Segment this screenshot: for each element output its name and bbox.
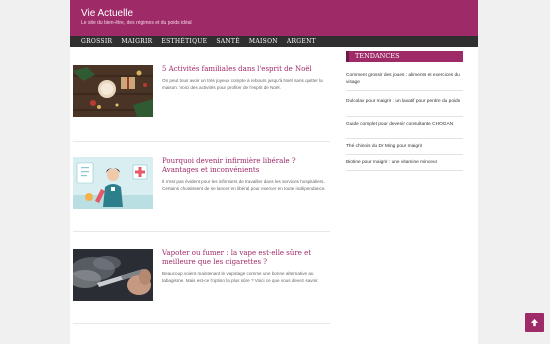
post-divider [73,141,330,142]
post-thumbnail-christmas[interactable] [73,65,153,117]
post-title[interactable]: Pourquoi devenir infirmière libérale ? A… [162,157,330,175]
post-title[interactable]: 5 Activités familiales dans l'esprit de … [162,65,330,74]
sidebar-divider [346,170,463,171]
nav-item-grossir[interactable]: GROSSIR [81,38,112,45]
sidebar-divider [346,90,463,91]
nav-item-sante[interactable]: SANTÉ [216,38,240,45]
sidebar-divider [346,138,463,139]
sidebar-item-chogan[interactable]: Guide complet pour devenir consultante C… [346,121,463,128]
site-title[interactable]: Vie Actuelle [81,8,133,19]
site-header: Vie Actuelle Le site du bien-être, des r… [70,0,478,36]
nav-item-maison[interactable]: MAISON [249,38,278,45]
back-to-top-button[interactable] [525,313,544,332]
arrow-up-icon [530,314,539,332]
tendances-heading: TENDANCES [346,51,463,62]
nav-item-argent[interactable]: ARGENT [287,38,316,45]
nav-item-maigrir[interactable]: MAIGRIR [121,38,152,45]
sidebar-item-biotine[interactable]: Biotine pour maigrir : une vitamine minc… [346,159,463,166]
post-thumbnail-nurse[interactable] [73,157,153,209]
sidebar-divider [346,116,463,117]
site-tagline: Le site du bien-être, des régimes et du … [81,20,192,26]
main-nav: GROSSIR MAIGRIR ESTHÉTIQUE SANTÉ MAISON … [70,36,478,47]
post-excerpt: Il n'est pas évident pour les infirmiers… [162,179,326,192]
sidebar-item-the-chinois[interactable]: Thé chinois du Dr Ming pour maigrir [346,143,463,150]
post-divider [73,323,330,324]
sidebar-item-grossir-joues[interactable]: Comment grossir des joues : aliments et … [346,72,463,86]
sidebar-divider [346,154,463,155]
post-thumbnail-vape[interactable] [73,249,153,301]
post-excerpt: Beaucoup voient maintenant le vapotage c… [162,271,319,284]
post-divider [73,231,330,232]
sidebar-item-dulcolax[interactable]: Dulcolax pour maigrir : un laxatif pour … [346,98,463,105]
page-container: Vie Actuelle Le site du bien-être, des r… [70,0,478,344]
post-excerpt: On peut tous avoir un très joyeux compte… [162,78,323,91]
post-title[interactable]: Vapoter ou fumer : la vape est-elle sûre… [162,249,330,267]
nav-item-esthetique[interactable]: ESTHÉTIQUE [162,38,208,45]
